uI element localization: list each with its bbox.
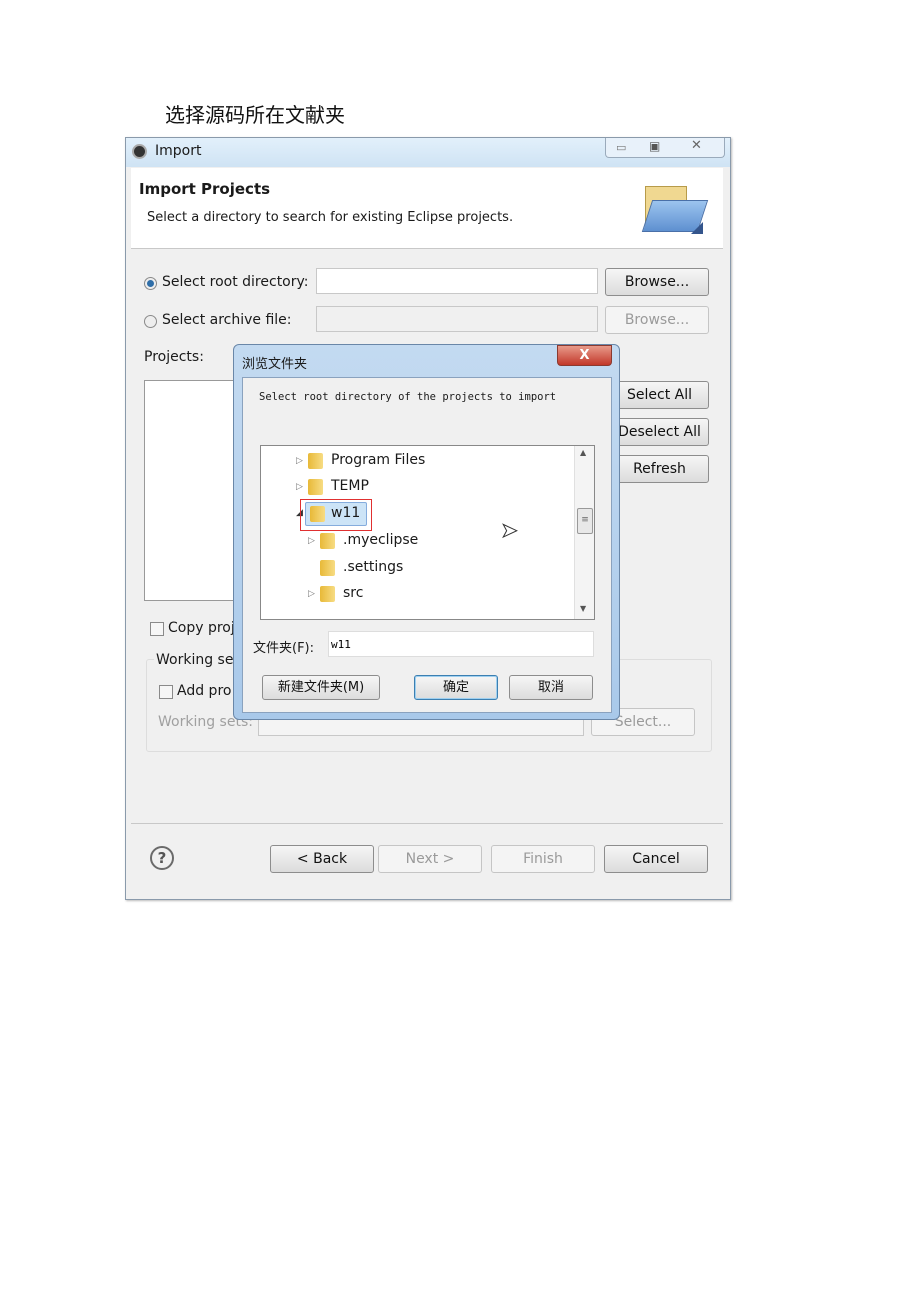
copy-projects-checkbox[interactable] <box>150 622 164 636</box>
expand-arrow-icon[interactable]: ▷ <box>308 589 315 599</box>
help-icon[interactable]: ? <box>150 846 174 870</box>
tree-item-settings[interactable]: .settings <box>261 557 561 579</box>
tree-item-label: .settings <box>343 559 404 575</box>
mouse-cursor-icon: ➤ <box>501 518 519 543</box>
dialog-body: Select root directory of the projects to… <box>242 377 612 713</box>
archive-file-label: Select archive file: <box>162 312 292 328</box>
footer-separator <box>131 823 723 824</box>
add-to-working-sets-label: Add pro <box>177 683 232 699</box>
new-folder-button[interactable]: 新建文件夹(M) <box>262 675 380 700</box>
tree-item-program-files[interactable]: ▷ Program Files <box>261 450 561 472</box>
wizard-header: Import Projects Select a directory to se… <box>131 168 723 249</box>
root-directory-radio[interactable] <box>144 277 157 290</box>
dialog-title: 浏览文件夹 <box>242 357 308 372</box>
window-controls: ▭ ▣ ✕ <box>605 138 725 158</box>
cancel-button[interactable]: Cancel <box>604 845 708 873</box>
root-directory-label: Select root directory: <box>162 274 309 290</box>
scroll-up-icon[interactable]: ▲ <box>580 448 586 457</box>
eclipse-icon <box>132 144 147 159</box>
projects-list[interactable] <box>144 380 244 601</box>
add-to-working-sets-checkbox[interactable] <box>159 685 173 699</box>
projects-label: Projects: <box>144 349 204 365</box>
maximize-icon[interactable]: ▣ <box>649 139 660 153</box>
dialog-close-button[interactable]: X <box>557 345 612 366</box>
folder-field-input[interactable] <box>328 631 594 657</box>
tree-item-label: .myeclipse <box>343 532 419 548</box>
minimize-icon[interactable]: ▭ <box>616 141 626 154</box>
finish-button: Finish <box>491 845 595 873</box>
tree-item-label: Program Files <box>331 452 426 468</box>
header-description: Select a directory to search for existin… <box>147 210 514 225</box>
working-sets-group-label: Working se <box>154 652 236 668</box>
expand-arrow-icon[interactable]: ▷ <box>308 536 315 546</box>
scroll-down-icon[interactable]: ▼ <box>580 604 586 613</box>
folder-tree[interactable]: ▷ Program Files ▷ TEMP ◢ w11 ▷ .myeclips… <box>260 445 595 620</box>
document-caption: 选择源码所在文献夹 <box>165 103 345 127</box>
header-title: Import Projects <box>139 180 271 198</box>
copy-projects-label: Copy proj <box>168 620 235 636</box>
dialog-cancel-button[interactable]: 取消 <box>509 675 593 700</box>
expand-arrow-icon[interactable]: ▷ <box>296 482 303 492</box>
tree-item-label: TEMP <box>331 478 369 494</box>
browse-root-button[interactable]: Browse... <box>605 268 709 296</box>
folder-icon <box>320 586 335 602</box>
title-bar: Import ▭ ▣ ✕ <box>126 138 730 167</box>
window-title: Import <box>155 143 202 159</box>
deselect-all-button[interactable]: Deselect All <box>610 418 709 446</box>
back-button[interactable]: < Back <box>270 845 374 873</box>
refresh-button[interactable]: Refresh <box>610 455 709 483</box>
folder-icon <box>308 453 323 469</box>
browse-folder-dialog: 浏览文件夹 X Select root directory of the pro… <box>233 344 620 720</box>
tree-item-label: src <box>343 585 364 601</box>
archive-file-input <box>316 306 598 332</box>
folder-icon <box>320 560 335 576</box>
next-button: Next > <box>378 845 482 873</box>
close-icon[interactable]: ✕ <box>691 138 702 153</box>
scroll-thumb[interactable]: ≡ <box>577 508 593 534</box>
browse-archive-button: Browse... <box>605 306 709 334</box>
dialog-instruction: Select root directory of the projects to… <box>259 391 557 403</box>
folder-open-icon <box>641 186 709 234</box>
tree-item-temp[interactable]: ▷ TEMP <box>261 476 561 498</box>
tree-item-src[interactable]: ▷ src <box>261 583 561 605</box>
red-highlight-box <box>300 499 372 531</box>
archive-file-radio[interactable] <box>144 315 157 328</box>
root-directory-input[interactable] <box>316 268 598 294</box>
folder-field-label: 文件夹(F): <box>253 641 315 656</box>
expand-arrow-icon[interactable]: ▷ <box>296 456 303 466</box>
select-all-button[interactable]: Select All <box>610 381 709 409</box>
folder-icon <box>308 479 323 495</box>
folder-icon <box>320 533 335 549</box>
ok-button[interactable]: 确定 <box>414 675 498 700</box>
tree-scrollbar[interactable]: ▲ ≡ ▼ <box>574 446 594 619</box>
